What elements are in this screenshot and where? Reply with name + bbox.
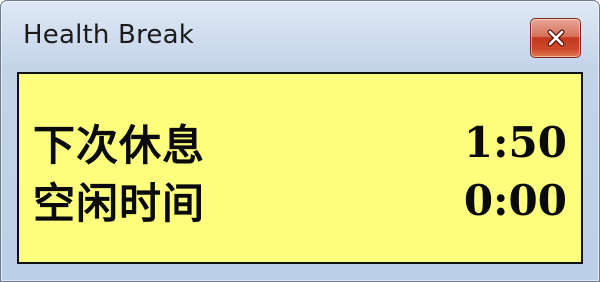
close-button[interactable] xyxy=(530,18,581,58)
idle-time-label: 空闲时间 xyxy=(33,178,206,228)
title-bar[interactable]: Health Break xyxy=(1,1,599,71)
next-break-value: 1:50 xyxy=(463,117,567,167)
health-break-window: Health Break 下次休息 1:50 空闲时间 0:00 xyxy=(0,0,600,282)
next-break-label: 下次休息 xyxy=(33,120,206,170)
close-icon xyxy=(547,29,564,47)
next-break-row: 下次休息 1:50 xyxy=(33,114,567,170)
status-panel: 下次休息 1:50 空闲时间 0:00 xyxy=(17,72,583,264)
idle-time-value: 0:00 xyxy=(463,175,567,225)
idle-time-row: 空闲时间 0:00 xyxy=(33,172,567,228)
window-title: Health Break xyxy=(23,20,194,50)
